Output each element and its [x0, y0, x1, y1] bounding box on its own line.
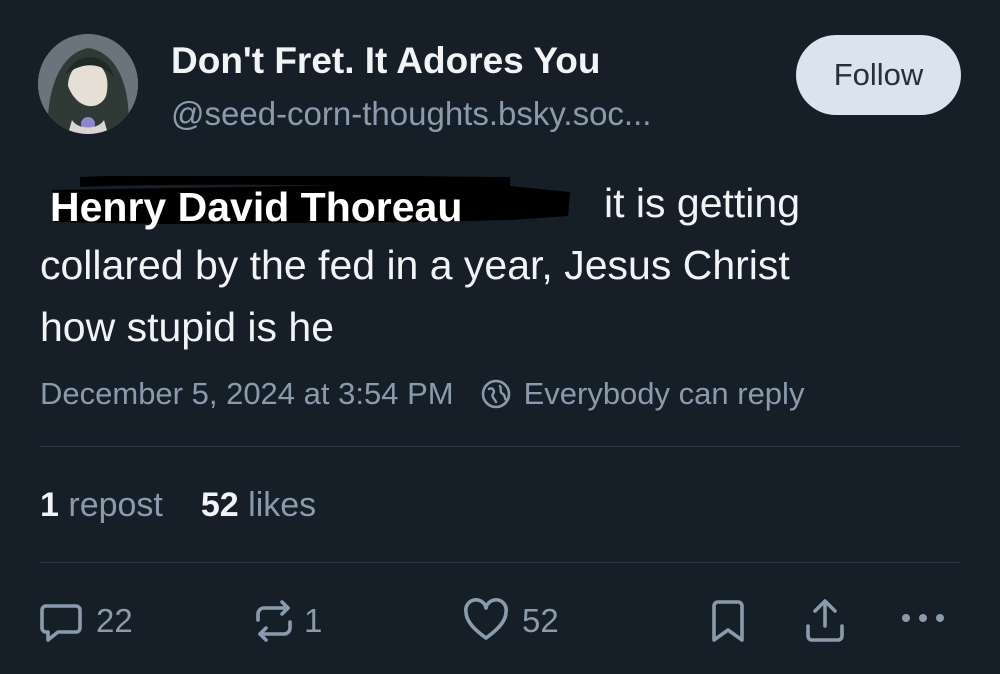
divider: [40, 562, 961, 563]
redaction-scribble: Henry David Thoreau: [40, 176, 576, 230]
bookmark-button[interactable]: [706, 598, 750, 644]
divider: [40, 446, 961, 447]
author-handle[interactable]: @seed-corn-thoughts.bsky.soc...: [171, 95, 651, 133]
engagement-stats: 1 repost 52 likes: [40, 486, 316, 525]
reply-count: 22: [96, 602, 133, 639]
like-button[interactable]: 52: [462, 598, 559, 644]
post-line-1-text: it is getting: [604, 180, 800, 226]
repost-icon: [256, 600, 292, 642]
share-icon: [806, 599, 844, 642]
post-text: Henry David Thoreau it is getting collar…: [40, 172, 970, 358]
likes-stat[interactable]: 52 likes: [201, 486, 316, 524]
follow-button[interactable]: Follow: [796, 35, 961, 115]
likes-stat-label: likes: [248, 486, 317, 524]
likes-stat-count: 52: [200, 486, 239, 524]
like-count: 52: [522, 602, 559, 639]
reply-button[interactable]: 22: [38, 598, 133, 644]
like-icon: [464, 598, 508, 640]
repost-button[interactable]: 1: [250, 598, 322, 644]
bookmark-icon: [712, 600, 744, 642]
avatar[interactable]: [38, 34, 138, 134]
post-line-3: how stupid is he: [40, 304, 335, 350]
repost-count: 1: [304, 602, 323, 639]
post-card: Don't Fret. It Adores You @seed-corn-tho…: [0, 0, 1000, 674]
share-button[interactable]: [802, 596, 848, 644]
author-display-name[interactable]: Don't Fret. It Adores You: [171, 40, 601, 82]
post-meta: December 5, 2024 at 3:54 PM Everybody ca…: [40, 376, 804, 412]
post-timestamp[interactable]: December 5, 2024 at 3:54 PM: [40, 376, 454, 412]
reply-setting[interactable]: Everybody can reply: [524, 376, 805, 412]
post-line-2: collared by the fed in a year, Jesus Chr…: [40, 242, 790, 288]
reposts-stat-count: 1: [40, 486, 59, 524]
avatar-image: [38, 34, 138, 134]
post-line-1: Henry David Thoreau it is getting: [40, 172, 970, 234]
more-icon: [902, 614, 944, 622]
globe-icon: [480, 378, 512, 410]
overlay-name-text: Henry David Thoreau: [50, 184, 463, 231]
reposts-stat-label: repost: [68, 486, 163, 524]
action-bar: 22 1 52: [0, 596, 1000, 646]
reply-icon: [40, 604, 82, 642]
reposts-stat[interactable]: 1 repost: [40, 486, 163, 524]
more-options-button[interactable]: [898, 606, 948, 630]
